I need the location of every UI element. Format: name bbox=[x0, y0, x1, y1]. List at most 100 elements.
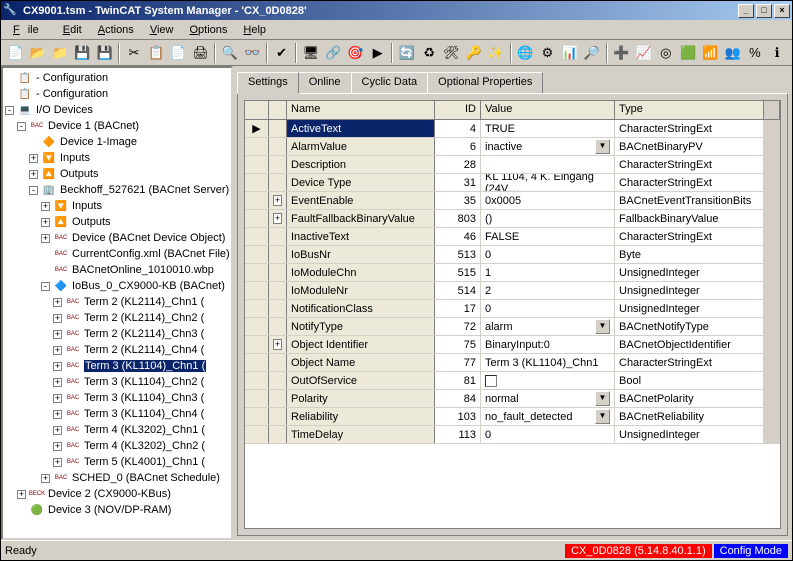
tree-node[interactable]: +🔽Inputs bbox=[5, 150, 229, 166]
find-icon[interactable]: 🔍 bbox=[219, 42, 240, 64]
tab-settings[interactable]: Settings bbox=[237, 72, 299, 94]
col-type[interactable]: Type bbox=[615, 101, 764, 119]
io-icon[interactable]: 📶 bbox=[700, 42, 721, 64]
grid-row[interactable]: Description28CharacterStringExt bbox=[245, 156, 780, 174]
grid-row[interactable]: Reliability103no_fault_detected▼BACnetRe… bbox=[245, 408, 780, 426]
col-name[interactable]: Name bbox=[287, 101, 435, 119]
add-icon[interactable]: ➕ bbox=[611, 42, 632, 64]
chart-icon[interactable]: 📈 bbox=[633, 42, 654, 64]
new-icon[interactable]: 📄 bbox=[5, 42, 26, 64]
cell-value[interactable] bbox=[481, 372, 615, 389]
expand-icon[interactable]: + bbox=[29, 170, 38, 179]
cell-value[interactable]: normal▼ bbox=[481, 390, 615, 407]
expand-icon[interactable]: + bbox=[29, 154, 38, 163]
copy-icon[interactable]: 📋 bbox=[146, 42, 167, 64]
tree-node[interactable]: -🏢Beckhoff_527621 (BACnet Server) bbox=[5, 182, 229, 198]
tree-node[interactable]: +BACTerm 2 (KL2114)_Chn2 ( bbox=[5, 310, 229, 326]
cell-value[interactable] bbox=[481, 156, 615, 173]
vscroll[interactable] bbox=[764, 101, 780, 119]
expand-icon[interactable]: + bbox=[273, 339, 282, 350]
tree-node[interactable]: +BECKDevice 2 (CX9000-KBus) bbox=[5, 486, 229, 502]
col-id[interactable]: ID bbox=[435, 101, 481, 119]
binoculars-icon[interactable]: 👓 bbox=[242, 42, 263, 64]
cell-value[interactable]: () bbox=[481, 210, 615, 227]
tree-node[interactable]: +BACTerm 4 (KL3202)_Chn2 ( bbox=[5, 438, 229, 454]
play-icon[interactable]: ▶ bbox=[367, 42, 388, 64]
tree-node[interactable]: +BACSCHED_0 (BACnet Schedule) bbox=[5, 470, 229, 486]
refresh-icon[interactable]: 🔄 bbox=[396, 42, 417, 64]
grid-row[interactable]: OutOfService81Bool bbox=[245, 372, 780, 390]
cell-value[interactable]: KL 1104, 4 K. Eingang (24V… bbox=[481, 174, 615, 191]
tree-node[interactable]: +BACTerm 3 (KL1104)_Chn1 ( bbox=[5, 358, 229, 374]
cell-value[interactable]: alarm▼ bbox=[481, 318, 615, 335]
grid-row[interactable]: +Object Identifier75BinaryInput:0BACnetO… bbox=[245, 336, 780, 354]
menu-help[interactable]: Help bbox=[235, 22, 274, 38]
grid-row[interactable]: ▶ActiveText4TRUECharacterStringExt bbox=[245, 120, 780, 138]
expand-icon[interactable]: + bbox=[53, 330, 62, 339]
cell-value[interactable]: FALSE bbox=[481, 228, 615, 245]
grid-row[interactable]: IoModuleNr5142UnsignedInteger bbox=[245, 282, 780, 300]
tab-online[interactable]: Online bbox=[298, 72, 352, 93]
open2-icon[interactable]: 📁 bbox=[50, 42, 71, 64]
cycle-icon[interactable]: ♻ bbox=[419, 42, 440, 64]
expand-icon[interactable]: + bbox=[41, 474, 50, 483]
grid-row[interactable]: +EventEnable350x0005BACnetEventTransitio… bbox=[245, 192, 780, 210]
dropdown-icon[interactable]: ▼ bbox=[595, 139, 610, 154]
expand-icon[interactable]: + bbox=[53, 346, 62, 355]
grid-row[interactable]: NotifyType72alarm▼BACnetNotifyType bbox=[245, 318, 780, 336]
expand-icon[interactable]: + bbox=[17, 490, 26, 499]
prop1-icon[interactable]: ⚙ bbox=[537, 42, 558, 64]
tree-node[interactable]: +BACTerm 2 (KL2114)_Chn1 ( bbox=[5, 294, 229, 310]
tree-node[interactable]: +BACTerm 4 (KL3202)_Chn1 ( bbox=[5, 422, 229, 438]
tree-node[interactable]: 📋- Configuration bbox=[5, 70, 229, 86]
tree-node[interactable]: -💻I/O Devices bbox=[5, 102, 229, 118]
menu-options[interactable]: Options bbox=[181, 22, 235, 38]
tab-optional[interactable]: Optional Properties bbox=[427, 72, 543, 93]
tree-node[interactable]: 🔶Device 1-Image bbox=[5, 134, 229, 150]
cell-value[interactable]: no_fault_detected▼ bbox=[481, 408, 615, 425]
save-icon[interactable]: 💾 bbox=[72, 42, 93, 64]
check-icon[interactable]: ✔ bbox=[271, 42, 292, 64]
link-icon[interactable]: 🔗 bbox=[322, 42, 343, 64]
expand-icon[interactable]: + bbox=[53, 426, 62, 435]
tree-node[interactable]: +🔼Outputs bbox=[5, 166, 229, 182]
cell-value[interactable]: 2 bbox=[481, 282, 615, 299]
saveas-icon[interactable]: 💾 bbox=[94, 42, 115, 64]
expand-icon[interactable]: + bbox=[53, 442, 62, 451]
expand-icon[interactable]: - bbox=[5, 106, 14, 115]
menu-view[interactable]: View bbox=[142, 22, 182, 38]
grid-row[interactable]: NotificationClass170UnsignedInteger bbox=[245, 300, 780, 318]
dropdown-icon[interactable]: ▼ bbox=[595, 409, 610, 424]
grid-row[interactable]: TimeDelay1130UnsignedInteger bbox=[245, 426, 780, 444]
percent-icon[interactable]: % bbox=[744, 42, 765, 64]
tree-node[interactable]: +🔼Outputs bbox=[5, 214, 229, 230]
cell-value[interactable]: Term 3 (KL1104)_Chn1 bbox=[481, 354, 615, 371]
monitor-icon[interactable]: 🖥 bbox=[300, 42, 321, 64]
cell-value[interactable]: 0 bbox=[481, 246, 615, 263]
tree-node[interactable]: +BACTerm 2 (KL2114)_Chn4 ( bbox=[5, 342, 229, 358]
tree-node[interactable]: +BACTerm 2 (KL2114)_Chn3 ( bbox=[5, 326, 229, 342]
col-value[interactable]: Value bbox=[481, 101, 615, 119]
tree-node[interactable]: +BACTerm 3 (KL1104)_Chn2 ( bbox=[5, 374, 229, 390]
tools-icon[interactable]: 🛠 bbox=[441, 42, 462, 64]
expand-icon[interactable]: + bbox=[53, 458, 62, 467]
menu-file[interactable]: File bbox=[5, 22, 55, 38]
tree-node[interactable]: -🔷IoBus_0_CX9000-KB (BACnet) bbox=[5, 278, 229, 294]
expand-icon[interactable]: + bbox=[41, 218, 50, 227]
expand-icon[interactable]: + bbox=[53, 362, 62, 371]
tree-node[interactable]: +BACDevice (BACnet Device Object) bbox=[5, 230, 229, 246]
tree-node[interactable]: -BACDevice 1 (BACnet) bbox=[5, 118, 229, 134]
checkbox[interactable] bbox=[485, 375, 497, 387]
tab-cyclic[interactable]: Cyclic Data bbox=[351, 72, 429, 93]
cell-value[interactable]: 1 bbox=[481, 264, 615, 281]
tree-node[interactable]: BACBACnetOnline_1010010.wbp bbox=[5, 262, 229, 278]
grid-row[interactable]: Polarity84normal▼BACnetPolarity bbox=[245, 390, 780, 408]
tree-node[interactable]: +BACTerm 3 (KL1104)_Chn3 ( bbox=[5, 390, 229, 406]
tree-node[interactable]: +BACTerm 5 (KL4001)_Chn1 ( bbox=[5, 454, 229, 470]
grid-row[interactable]: AlarmValue6inactive▼BACnetBinaryPV bbox=[245, 138, 780, 156]
tree-node[interactable]: +🔽Inputs bbox=[5, 198, 229, 214]
dropdown-icon[interactable]: ▼ bbox=[595, 391, 610, 406]
tree-node[interactable]: 📋- Configuration bbox=[5, 86, 229, 102]
tree-node[interactable]: +BACTerm 3 (KL1104)_Chn4 ( bbox=[5, 406, 229, 422]
expand-icon[interactable]: + bbox=[41, 234, 50, 243]
